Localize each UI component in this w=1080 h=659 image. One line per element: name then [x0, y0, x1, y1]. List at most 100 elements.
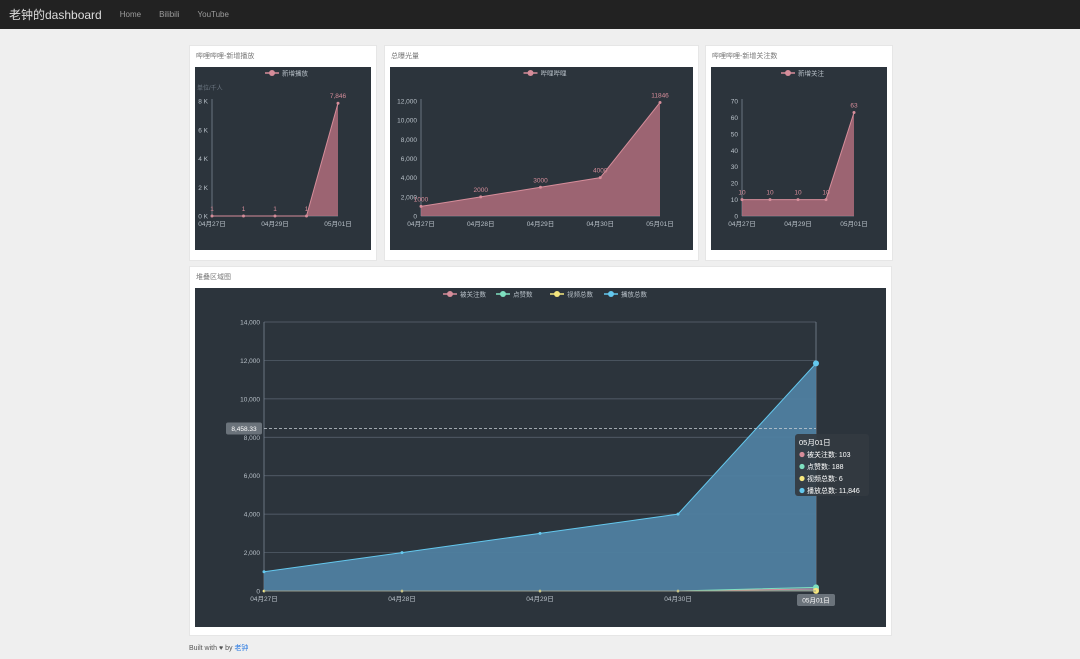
data-point: [813, 360, 819, 367]
data-label: 63: [850, 103, 858, 110]
data-label: 10: [766, 190, 774, 197]
x-tick-label: 04月30日: [664, 595, 691, 603]
y-tick-label: 14,000: [240, 320, 260, 327]
y-tick-label: 70: [731, 99, 739, 106]
y-tick-label: 8,000: [244, 435, 261, 442]
legend-marker: [608, 291, 614, 297]
x-tick-label: 04月28日: [388, 595, 415, 603]
data-point: [598, 176, 602, 180]
new-follows-chart: 新增关注 0 10 20 30 40 50 60 70 10 10 10 10 63 04月27日 04月29…: [711, 67, 887, 250]
y-tick-label: 4,000: [401, 175, 418, 182]
legend-label: 点赞数: [513, 290, 533, 299]
y-tick-label: 4 K: [198, 156, 208, 163]
y-tick-label: 6 K: [198, 127, 208, 134]
x-tick-label: 05月01日: [646, 220, 673, 228]
data-point: [400, 551, 404, 555]
y-tick-label: 30: [731, 164, 739, 171]
data-label: 1: [273, 206, 277, 213]
panel-stacked-area: 堆叠区域图 被关注数 点赞数 视频总数 播放总数 0 2,000 4,000 6,000 8,0…: [189, 266, 892, 636]
data-point: [336, 101, 340, 105]
y-tick-label: 6,000: [401, 156, 418, 163]
data-label: 10: [738, 190, 746, 197]
data-point: [305, 214, 308, 218]
footer: Built with ♥ by 老钟: [189, 643, 248, 653]
x-tick-label: 04月29日: [526, 595, 553, 603]
x-tick-label: 04月30日: [587, 220, 614, 228]
series-area: [264, 363, 816, 591]
data-label: 7,846: [330, 93, 347, 100]
total-exposure-chart: 哔哩哔哩 0 2,000 4,000 6,000 8,000 10,000 12,000 100…: [390, 67, 693, 250]
author-link[interactable]: 老钟: [234, 645, 248, 652]
y-tick-label: 60: [731, 115, 739, 122]
footer-prefix: Built with: [189, 645, 218, 652]
unit-label: 单位/千人: [197, 84, 223, 92]
panel-title: 哔哩哔哩-新增关注数: [712, 53, 778, 60]
y-tick-label: 10,000: [240, 396, 260, 403]
data-label: 4000: [593, 168, 608, 175]
data-point: [479, 195, 483, 199]
x-tick-label: 04月29日: [261, 220, 288, 228]
x-pointer-label: 05月01日: [802, 597, 829, 605]
data-label: 11846: [651, 92, 669, 99]
tooltip-marker: [799, 487, 805, 494]
data-point: [262, 570, 266, 574]
series-area: [212, 103, 338, 216]
data-point: [419, 204, 423, 208]
y-tick-label: 0 K: [198, 214, 208, 221]
legend-marker: [447, 291, 453, 297]
tooltip-marker: [799, 463, 805, 470]
legend-label: 被关注数: [460, 290, 487, 299]
data-point: [852, 111, 856, 114]
brand-link[interactable]: 老钟的dashboard: [9, 6, 102, 23]
data-label: 1: [305, 206, 309, 213]
chart-svg: 被关注数 点赞数 视频总数 播放总数 0 2,000 4,000 6,000 8,000 10,0…: [226, 290, 869, 606]
legend-label: 新增关注: [798, 69, 825, 78]
tooltip-row: 点赞数: 188: [807, 462, 844, 471]
legend-marker: [554, 291, 560, 297]
legend-label: 视频总数: [567, 290, 594, 299]
data-point: [242, 214, 245, 218]
y-tick-label: 0: [413, 214, 417, 221]
legend-marker: [500, 291, 506, 297]
y-tick-label: 12,000: [240, 358, 260, 365]
tooltip-row: 播放总数: 11,846: [807, 486, 860, 495]
tooltip-title: 05月01日: [799, 438, 831, 447]
panel-total-exposure: 总曝光量 哔哩哔哩 0 2,000 4,000 6,000 8,000 10,000 12,0…: [384, 45, 699, 261]
x-tick-label: 05月01日: [324, 220, 351, 228]
data-label: 1: [210, 206, 214, 213]
y-tick-label: 8 K: [198, 99, 208, 106]
x-tick-label: 04月29日: [784, 220, 811, 228]
x-tick-label: 04月27日: [250, 595, 277, 603]
x-tick-label: 04月27日: [198, 220, 225, 228]
y-tick-label: 8,000: [401, 137, 418, 144]
navbar: 老钟的dashboard Home Bilibili YouTube: [0, 0, 1080, 29]
nav-youtube[interactable]: YouTube: [198, 10, 229, 19]
x-tick-label: 04月28日: [467, 220, 494, 228]
nav-bilibili[interactable]: Bilibili: [159, 10, 179, 19]
data-point: [796, 198, 800, 202]
data-point: [676, 512, 680, 516]
tooltip-marker: [799, 451, 805, 458]
series-area: [421, 102, 660, 216]
y-tick-label: 6,000: [244, 473, 261, 480]
chart-svg: 新增关注01020304050607010 10 10 106304月27日 04月29…: [728, 69, 867, 229]
y-tick-label: 20: [731, 181, 739, 188]
data-label: 1: [242, 206, 246, 213]
panel-new-follows: 哔哩哔哩-新增关注数 新增关注 0 10 20 30 40 50 60 70 10 10 10 10 63…: [705, 45, 893, 261]
data-label: 3000: [533, 177, 548, 184]
panel-title: 堆叠区域图: [196, 274, 231, 281]
panel-title: 总曝光量: [391, 53, 419, 60]
y-tick-label: 0: [256, 589, 260, 596]
nav-home[interactable]: Home: [120, 10, 141, 19]
data-point: [824, 198, 828, 202]
footer-by: by: [225, 645, 233, 652]
chart-svg: 新增播放单位/千人 0 K 2 K 4 K 6 K 8 K 1 1 1 1 7,846 04月27日 0…: [197, 69, 352, 229]
legend-label: 哔哩哔哩: [541, 69, 568, 78]
data-point: [539, 185, 542, 189]
y-tick-label: 2,000: [244, 550, 261, 557]
legend-marker: [269, 70, 275, 76]
x-tick-label: 04月29日: [527, 220, 554, 228]
x-tick-label: 05月01日: [840, 220, 867, 228]
data-label: 1000: [414, 196, 429, 203]
panel-new-plays: 哔哩哔哩-新增播放 新增播放 单位/千人 0 K 2 K 4 K 6 K 8 K 1 1 1 1 7,…: [189, 45, 377, 261]
